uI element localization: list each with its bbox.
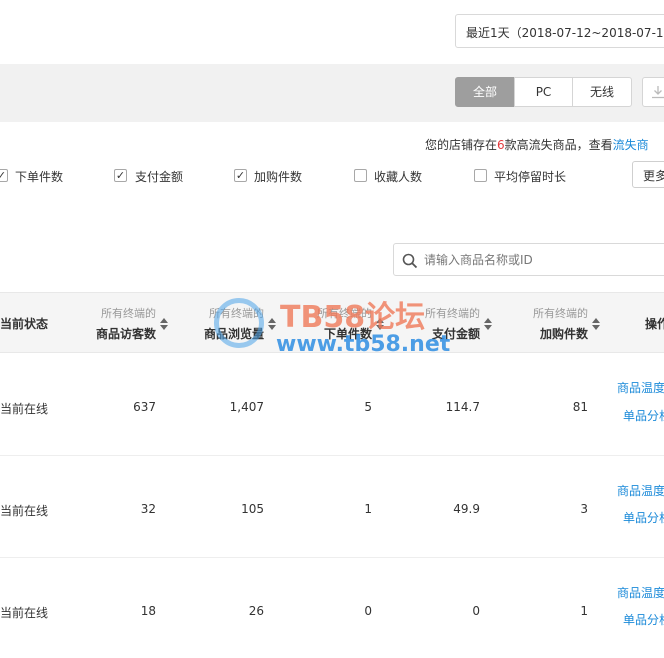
product-temperature-link[interactable]: 商品温度: [617, 584, 664, 601]
sort-icon[interactable]: [484, 318, 492, 330]
header-visitors[interactable]: 所有终端的 商品访客数: [96, 305, 156, 342]
header-pageviews[interactable]: 所有终端的 商品浏览量: [204, 305, 264, 342]
checkbox-label: 平均停留时长: [494, 170, 567, 184]
table-row: 当前在线 637 1,407 5 114.7 81 商品温度 单品分析: [0, 354, 664, 456]
tab-wireless[interactable]: 无线: [572, 77, 632, 107]
download-button[interactable]: [642, 77, 664, 107]
header-sub: 所有终端的: [533, 307, 588, 320]
checkbox-unchecked-icon[interactable]: [474, 169, 487, 182]
product-temperature-link[interactable]: 商品温度: [617, 379, 664, 396]
cell-cart: 1: [580, 604, 588, 618]
checkbox-cart-count[interactable]: ✓ 加购件数: [234, 168, 302, 185]
cell-state: 当前在线: [0, 504, 49, 518]
cell-payment: 114.7: [445, 400, 480, 414]
cell-cart: 3: [580, 502, 588, 516]
checkbox-label: 下单件数: [15, 170, 64, 184]
search-icon: [402, 253, 418, 269]
header-state: 当前状态: [0, 317, 49, 331]
header-operations: 操作: [645, 317, 664, 331]
checkbox-label: 加购件数: [254, 170, 303, 184]
cell-pageviews: 1,407: [229, 400, 264, 414]
checkbox-favorites[interactable]: 收藏人数: [354, 168, 422, 185]
header-cart[interactable]: 所有终端的 加购件数: [528, 305, 588, 342]
cell-payment: 49.9: [453, 502, 480, 516]
date-range-label: 最近1天（2018-07-12~2018-07-12）: [466, 26, 664, 40]
product-search-box: [393, 243, 664, 276]
checkbox-avg-stay[interactable]: 平均停留时长: [474, 168, 566, 185]
checkbox-payment-amount[interactable]: ✓ 支付金额: [114, 168, 183, 185]
header-main: 下单件数: [323, 327, 372, 341]
cell-visitors: 637: [133, 400, 156, 414]
product-search-input[interactable]: [424, 250, 664, 270]
product-temperature-link[interactable]: 商品温度: [617, 482, 664, 499]
checkbox-order-count[interactable]: ✓ 下单件数: [0, 168, 63, 185]
terminal-filter-bar: 全部 PC 无线: [0, 64, 664, 122]
cell-state: 当前在线: [0, 606, 49, 620]
header-sub: 所有终端的: [317, 307, 372, 320]
checkbox-checked-icon[interactable]: ✓: [0, 169, 8, 182]
header-main: 加购件数: [539, 327, 588, 341]
cell-pageviews: 26: [248, 604, 264, 618]
sort-icon[interactable]: [592, 318, 600, 330]
notice-prefix: 您的店铺存在: [425, 138, 498, 152]
metric-checkbox-group: ✓ 下单件数 ✓ 支付金额 ✓ 加购件数 收藏人数 平均停留时长: [0, 166, 664, 188]
cell-visitors: 18: [140, 604, 156, 618]
header-sub: 所有终端的: [209, 307, 264, 320]
cell-state: 当前在线: [0, 402, 49, 416]
header-orders[interactable]: 所有终端的 下单件数: [312, 305, 372, 342]
table-row: 当前在线 32 105 1 49.9 3 商品温度 单品分析: [0, 456, 664, 558]
notice-middle: 款高流失商品，查看: [504, 138, 613, 152]
item-analysis-link[interactable]: 单品分析: [623, 509, 664, 526]
cell-cart: 81: [572, 400, 588, 414]
item-analysis-link[interactable]: 单品分析: [623, 611, 664, 628]
date-range-picker[interactable]: 最近1天（2018-07-12~2018-07-12）: [455, 14, 664, 48]
checkbox-checked-icon[interactable]: ✓: [114, 169, 127, 182]
table-row: 当前在线 18 26 0 0 1 商品温度 单品分析: [0, 558, 664, 658]
tab-pc[interactable]: PC: [514, 77, 573, 107]
more-metrics-button[interactable]: 更多: [632, 161, 664, 188]
header-main: 商品访客数: [96, 327, 157, 341]
header-sub: 所有终端的: [101, 307, 156, 320]
notice-count: 6: [497, 138, 505, 152]
checkbox-label: 收藏人数: [374, 170, 423, 184]
tab-all[interactable]: 全部: [455, 77, 515, 107]
download-icon: [652, 86, 664, 99]
cell-pageviews: 105: [241, 502, 264, 516]
header-sub: 所有终端的: [425, 307, 480, 320]
header-main: 商品浏览量: [204, 327, 265, 341]
cell-orders: 1: [364, 502, 372, 516]
cell-orders: 0: [364, 604, 372, 618]
cell-visitors: 32: [140, 502, 156, 516]
sort-icon[interactable]: [376, 318, 384, 330]
cell-orders: 5: [364, 400, 372, 414]
cell-payment: 0: [472, 604, 480, 618]
item-analysis-link[interactable]: 单品分析: [623, 407, 664, 424]
header-main: 支付金额: [431, 327, 480, 341]
sort-icon[interactable]: [160, 318, 168, 330]
table-header: 当前状态 所有终端的 商品访客数 所有终端的 商品浏览量 所有终端的 下单件数 …: [0, 292, 664, 353]
header-payment[interactable]: 所有终端的 支付金额: [420, 305, 480, 342]
checkbox-checked-icon[interactable]: ✓: [234, 169, 247, 182]
high-churn-notice: 您的店铺存在6款高流失商品，查看流失商: [425, 136, 649, 153]
checkbox-label: 支付金额: [135, 170, 184, 184]
churn-products-link[interactable]: 流失商: [613, 138, 649, 152]
sort-icon[interactable]: [268, 318, 276, 330]
checkbox-unchecked-icon[interactable]: [354, 169, 367, 182]
